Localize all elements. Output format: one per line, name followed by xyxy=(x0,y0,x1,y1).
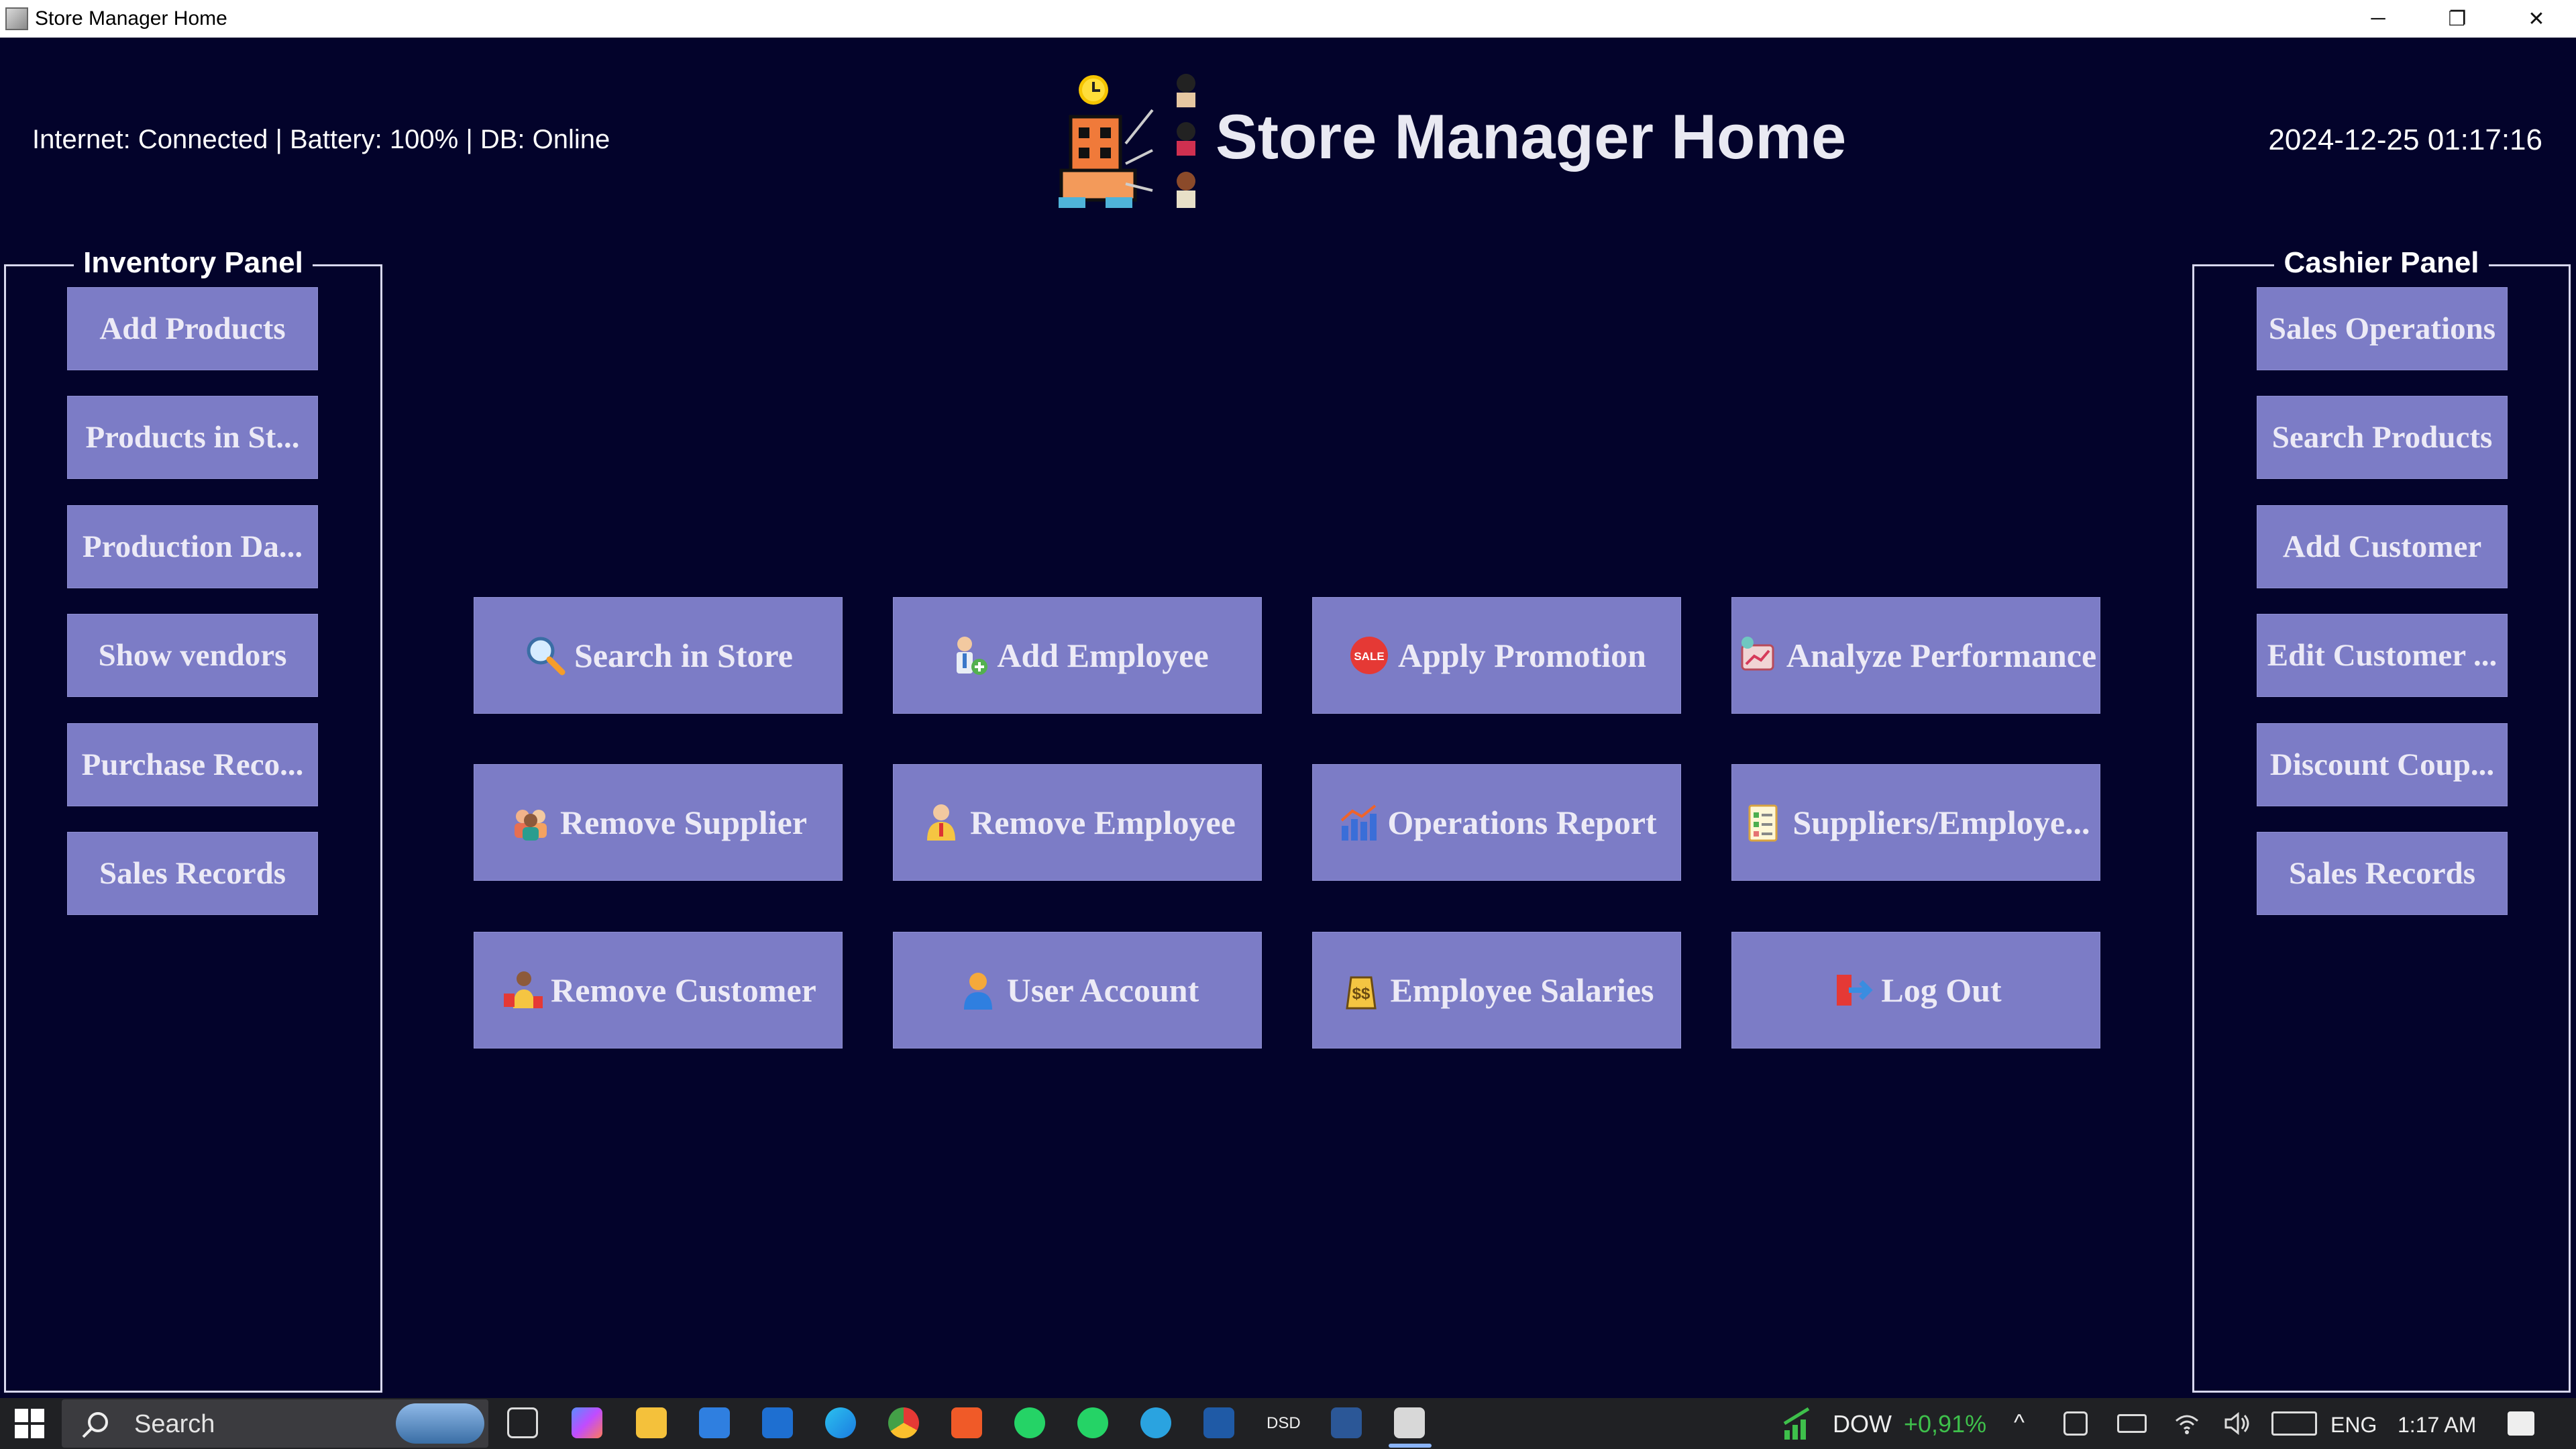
logout-icon xyxy=(1837,975,1874,1006)
action-label: User Account xyxy=(1006,971,1199,1009)
suppliers-employees-button[interactable]: Suppliers/Employe... xyxy=(1731,764,2100,881)
java-app-icon xyxy=(5,7,28,30)
app-icon[interactable] xyxy=(1203,1407,1234,1438)
remove-customer-button[interactable]: Remove Customer xyxy=(474,932,843,1049)
action-label: Remove Supplier xyxy=(559,804,808,841)
svg-text:$$: $$ xyxy=(1352,985,1371,1003)
ticker-value[interactable]: +0,91% xyxy=(1904,1410,1986,1438)
remove-employee-button[interactable]: Remove Employee xyxy=(893,764,1262,881)
window-titlebar: Store Manager Home xyxy=(0,0,2576,38)
sales-operations-button[interactable]: Sales Operations xyxy=(2257,287,2508,370)
action-label: Operations Report xyxy=(1387,804,1657,841)
svg-text:SALE: SALE xyxy=(1354,650,1384,663)
volume-icon[interactable] xyxy=(2223,1410,2253,1437)
action-label: Remove Employee xyxy=(970,804,1236,841)
analytics-icon xyxy=(1741,637,1774,671)
taskbar-clock[interactable]: 1:17 AM xyxy=(2398,1413,2476,1438)
outlook-icon[interactable] xyxy=(762,1407,793,1438)
search-icon xyxy=(82,1412,108,1438)
discount-coupons-button[interactable]: Discount Coup... xyxy=(2257,723,2508,806)
sale-tag-icon: SALE xyxy=(1350,637,1389,674)
search-highlight-icon xyxy=(396,1403,484,1444)
action-label: Log Out xyxy=(1881,971,2002,1009)
magnifier-icon xyxy=(527,637,566,676)
remove-supplier-button[interactable]: Remove Supplier xyxy=(474,764,843,881)
cashier-sales-records-button[interactable]: Sales Records xyxy=(2257,832,2508,915)
search-in-store-button[interactable]: Search in Store xyxy=(474,597,843,714)
checklist-icon xyxy=(1748,804,1778,842)
analyze-performance-button[interactable]: Analyze Performance xyxy=(1731,597,2100,714)
bar-chart-icon xyxy=(1341,804,1377,841)
action-label: Analyze Performance xyxy=(1786,637,2097,674)
log-out-button[interactable]: Log Out xyxy=(1731,932,2100,1049)
action-label: Search in Store xyxy=(574,637,793,674)
add-products-button[interactable]: Add Products xyxy=(67,287,318,370)
production-data-button[interactable]: Production Da... xyxy=(67,505,318,588)
notifications-icon[interactable] xyxy=(2508,1411,2534,1436)
suppliers-icon xyxy=(514,810,547,841)
operations-report-button[interactable]: Operations Report xyxy=(1312,764,1681,881)
input-language[interactable]: ENG xyxy=(2330,1413,2377,1438)
search-products-button[interactable]: Search Products xyxy=(2257,396,2508,479)
action-label: Suppliers/Employe... xyxy=(1792,804,2090,841)
windows-start-icon[interactable] xyxy=(15,1409,44,1438)
stock-ticker-icon xyxy=(1783,1407,1810,1440)
store-icon[interactable] xyxy=(699,1407,730,1438)
user-icon xyxy=(963,973,992,1010)
action-label: Apply Promotion xyxy=(1398,637,1646,674)
wifi-icon[interactable] xyxy=(2174,1411,2200,1436)
action-label: Employee Salaries xyxy=(1390,971,1654,1009)
action-label: Add Employee xyxy=(997,637,1209,674)
employee-icon xyxy=(927,804,956,841)
java-taskbar-icon[interactable] xyxy=(1394,1407,1425,1438)
add-employee-icon xyxy=(957,637,988,675)
ticker-name[interactable]: DOW xyxy=(1833,1410,1892,1438)
minimize-icon[interactable]: ─ xyxy=(2339,0,2418,38)
file-explorer-icon[interactable] xyxy=(636,1407,667,1438)
keyboard-icon[interactable] xyxy=(2271,1411,2317,1436)
products-in-stock-button[interactable]: Products in St... xyxy=(67,396,318,479)
datetime-display: 2024-12-25 01:17:16 xyxy=(2268,123,2542,156)
task-view-icon[interactable] xyxy=(507,1407,538,1438)
show-vendors-button[interactable]: Show vendors xyxy=(67,614,318,697)
copilot-icon[interactable] xyxy=(572,1407,602,1438)
active-app-indicator xyxy=(1389,1444,1432,1448)
window-title: Store Manager Home xyxy=(35,7,227,30)
chrome-icon[interactable] xyxy=(888,1407,919,1438)
chevron-up-icon[interactable]: ^ xyxy=(2014,1410,2025,1436)
meet-now-icon[interactable] xyxy=(2063,1411,2088,1436)
employee-salaries-button[interactable]: $$ Employee Salaries xyxy=(1312,932,1681,1049)
cashier-panel-title: Cashier Panel xyxy=(2274,246,2489,279)
battery-icon[interactable] xyxy=(2117,1414,2147,1433)
purchase-records-button[interactable]: Purchase Reco... xyxy=(67,723,318,806)
inventory-sales-records-button[interactable]: Sales Records xyxy=(67,832,318,915)
dsd-app-icon[interactable]: DSD xyxy=(1267,1414,1301,1433)
close-icon[interactable]: ✕ xyxy=(2497,0,2576,38)
apply-promotion-button[interactable]: SALE Apply Promotion xyxy=(1312,597,1681,714)
edge-icon[interactable] xyxy=(825,1407,856,1438)
whatsapp-business-icon[interactable] xyxy=(1077,1407,1108,1438)
taskbar-search-label: Search xyxy=(134,1410,215,1438)
store-logo-icon xyxy=(1059,74,1195,208)
action-label: Remove Customer xyxy=(551,971,816,1009)
customer-icon xyxy=(504,971,543,1008)
user-account-button[interactable]: User Account xyxy=(893,932,1262,1049)
whatsapp-icon[interactable] xyxy=(1014,1407,1045,1438)
salary-icon: $$ xyxy=(1346,976,1377,1010)
word-icon[interactable] xyxy=(1331,1407,1362,1438)
add-employee-button[interactable]: Add Employee xyxy=(893,597,1262,714)
brave-icon[interactable] xyxy=(951,1407,982,1438)
telegram-icon[interactable] xyxy=(1140,1407,1171,1438)
inventory-panel-title: Inventory Panel xyxy=(74,246,313,279)
add-customer-button[interactable]: Add Customer xyxy=(2257,505,2508,588)
page-title: Store Manager Home xyxy=(1216,101,1847,172)
edit-customer-button[interactable]: Edit Customer ... xyxy=(2257,614,2508,697)
connection-status: Internet: Connected | Battery: 100% | DB… xyxy=(32,125,610,154)
restore-icon[interactable]: ❐ xyxy=(2418,0,2497,38)
